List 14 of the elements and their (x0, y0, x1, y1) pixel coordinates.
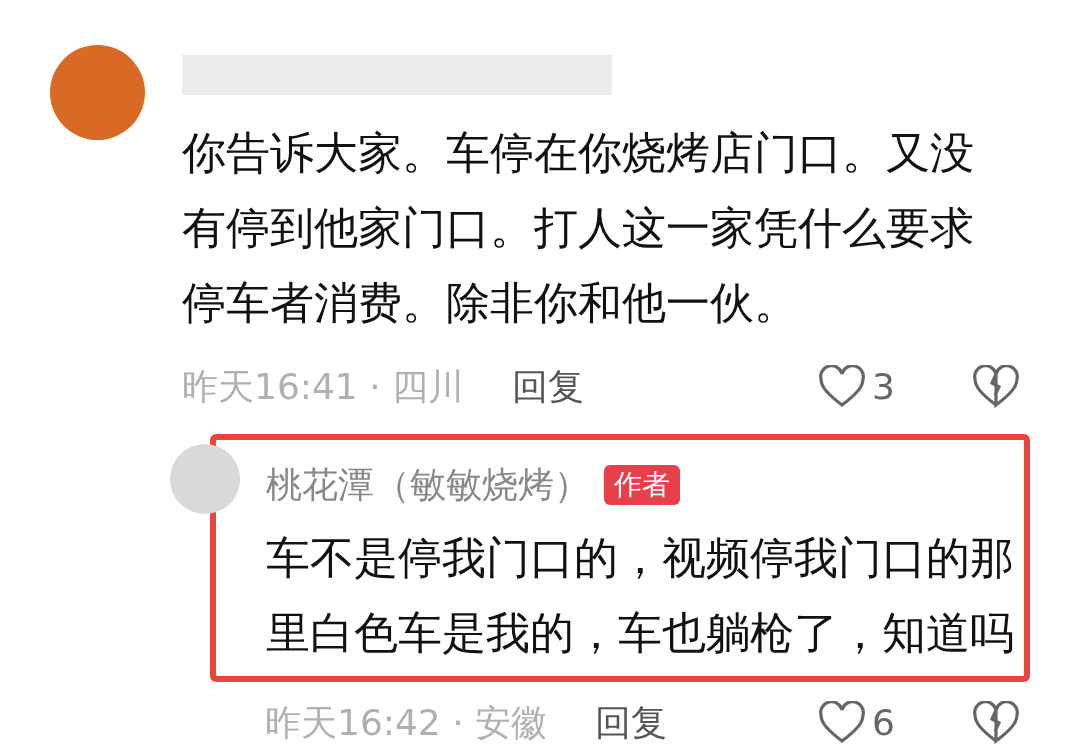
broken-heart-icon[interactable] (972, 701, 1020, 744)
heart-icon[interactable] (818, 701, 866, 744)
comment-text: 车不是停我门口的，视频停我门口的那里白色车是我的，车也躺枪了，知道吗 (266, 531, 1015, 660)
broken-heart-icon[interactable] (972, 365, 1020, 409)
comment-time: 昨天16:41 · 四川 (182, 365, 465, 409)
reply-link[interactable]: 回复 (595, 696, 668, 744)
heart-icon[interactable] (818, 365, 866, 409)
username[interactable]: 桃花潭（敏敏烧烤） (266, 458, 590, 512)
comment-time: 昨天16:42 · 安徽 (265, 701, 548, 744)
comment-text: 你告诉大家。车停在你烧烤店门口。又没有停到他家门口。打人这一家凭什么要求停车者消费。除非你和他一伙。 (182, 126, 975, 330)
like-count: 6 (872, 701, 896, 744)
author-badge: 作者 (604, 465, 680, 505)
like-count: 3 (872, 365, 896, 409)
reply-link[interactable]: 回复 (512, 360, 585, 414)
